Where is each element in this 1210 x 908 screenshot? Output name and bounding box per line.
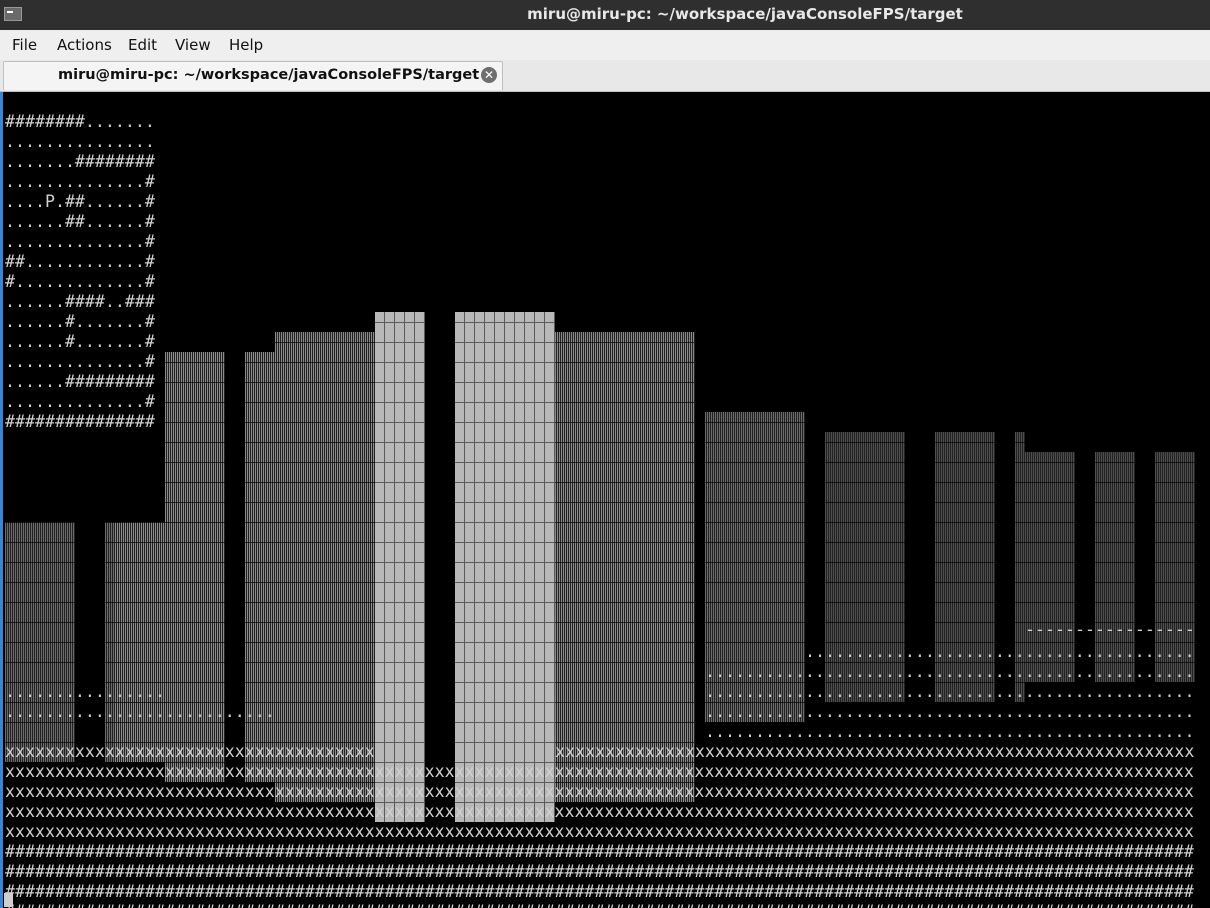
floor-x-row: xxxxxxxxxxxxxxxxxxxxxxxxxxxxxxxxxxxxxxxx… — [5, 822, 1194, 841]
minimap-row: ..............# — [5, 392, 155, 412]
menu-view[interactable]: View — [175, 36, 211, 54]
minimap-row: ......######### — [5, 372, 155, 392]
wall-column — [455, 312, 555, 822]
minimap-row: ......####..### — [5, 292, 155, 312]
minimap-row: ....P.##......# — [5, 192, 155, 212]
wall-column — [275, 332, 375, 802]
floor-row: ........................................… — [705, 702, 1195, 721]
floor-row: ........................... — [5, 702, 275, 721]
menu-actions[interactable]: Actions — [57, 36, 112, 54]
floor-hash-row: ########################################… — [5, 902, 1194, 908]
tab-bar: miru@miru-pc: ~/workspace/javaConsoleFPS… — [0, 60, 1210, 92]
minimap-row: .......######## — [5, 152, 155, 172]
floor-x-row: xxxxxxxxxxxxxxxxxxxxxxxxxxxxxxxxxxxxx — [5, 742, 375, 761]
terminal-tab[interactable]: miru@miru-pc: ~/workspace/javaConsoleFPS… — [3, 61, 503, 90]
minimap-row: ......#.......# — [5, 312, 155, 332]
floor-x-row: xxxxxxxxxxxxxxxxxxxxxxxxxxxxxxxxxxxxxxxx… — [555, 742, 1195, 761]
floor-x-row: xxxxxxxxxxxxxxxxxxxxxxxxxxxxxxxxxxxxxxxx… — [5, 762, 1194, 781]
title-bar: miru@miru-pc: ~/workspace/javaConsoleFPS… — [0, 0, 1210, 30]
menu-file[interactable]: File — [12, 36, 37, 54]
wall-column — [555, 332, 695, 802]
text-cursor — [4, 893, 13, 907]
floor-x-row: xxxxxxxxxxxxxxxxxxxxxxxxxxxxxxxxxxxxxxxx… — [5, 802, 1194, 821]
minimap-row: #.............# — [5, 272, 155, 292]
minimap-row: ##............# — [5, 252, 155, 272]
minimap-row: ......##......# — [5, 212, 155, 232]
wall-column — [5, 522, 75, 762]
floor-x-row: xxxxxxxxxxxxxxxxxxxxxxxxxxxxxxxxxxxxxxxx… — [5, 782, 1194, 801]
menu-edit[interactable]: Edit — [128, 36, 157, 54]
floor-hash-row: ########################################… — [5, 862, 1194, 881]
minimap-row: ..............# — [5, 352, 155, 372]
menu-bar: File Actions Edit View Help — [0, 30, 1210, 60]
floor-row: ........................................… — [705, 682, 1195, 701]
floor-row: ....................................... — [805, 642, 1195, 661]
menu-help[interactable]: Help — [229, 36, 263, 54]
close-icon[interactable]: ✕ — [481, 67, 497, 83]
window-title: miru@miru-pc: ~/workspace/javaConsoleFPS… — [527, 5, 963, 23]
wall-column — [115, 522, 165, 762]
minimap-row: ..............# — [5, 232, 155, 252]
floor-row: ........................................… — [705, 722, 1195, 741]
terminal-screen[interactable]: ########...................... .......###… — [3, 92, 1210, 908]
minimap-row: ......#.......# — [5, 332, 155, 352]
floor-hash-row: ########################################… — [5, 882, 1194, 901]
minimap-row: ..............# — [5, 172, 155, 192]
minimap-row: ############### — [5, 412, 155, 432]
floor-edge-row: ----------------- — [1025, 620, 1195, 639]
floor-hash-row: ########################################… — [5, 842, 1194, 861]
tab-label: miru@miru-pc: ~/workspace/javaConsoleFPS… — [58, 67, 480, 83]
minimap-row: ########....... — [5, 112, 155, 132]
floor-row: ................ — [5, 682, 165, 701]
wall-column — [375, 312, 425, 822]
wall-column — [105, 522, 115, 762]
floor-row: ........................................… — [705, 662, 1195, 681]
minimap-row: ............... — [5, 132, 155, 152]
